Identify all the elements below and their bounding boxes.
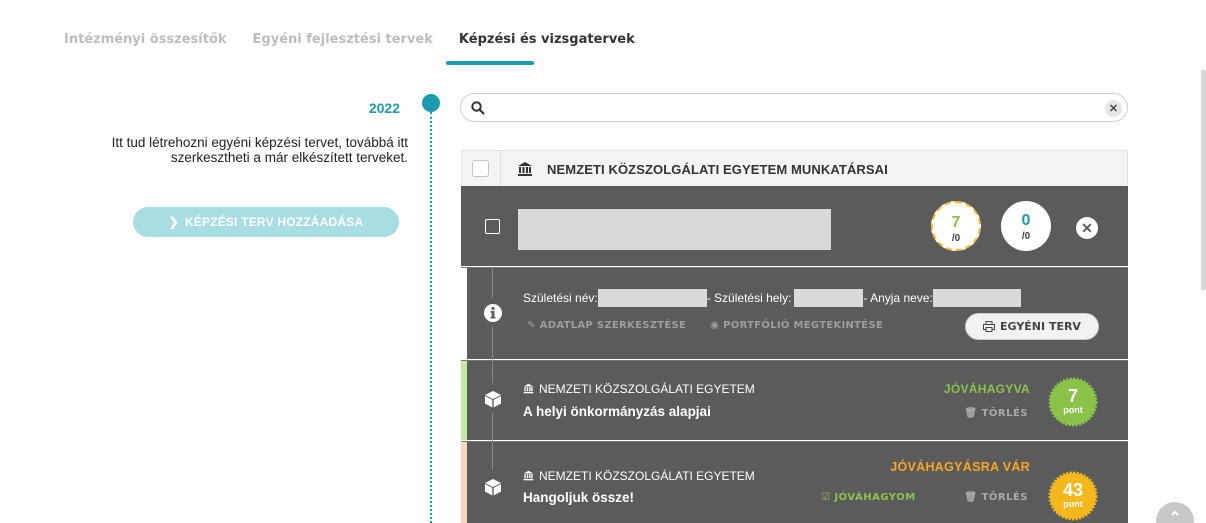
person-checkbox[interactable]	[485, 219, 500, 234]
edit-icon: ✎	[527, 320, 536, 331]
individual-plan-button[interactable]: EGYÉNI TERV	[965, 313, 1099, 340]
card-status-bar	[461, 361, 467, 440]
tab-individual-development-plans[interactable]: Egyéni fejlesztési tervek	[253, 32, 433, 47]
card-status-bar	[461, 442, 467, 523]
print-icon	[983, 321, 996, 332]
search-icon	[471, 101, 485, 115]
points-unit: pont	[1063, 499, 1083, 509]
approved-points-value: 7	[951, 214, 961, 231]
other-points-denominator: /0	[1021, 231, 1031, 242]
approve-label: JÓVÁHAGYOM	[834, 492, 916, 503]
edit-datasheet-link[interactable]: ✎ ADATLAP SZERKESZTÉSE	[527, 320, 686, 331]
org-group-header: NEMZETI KÖZSZOLGÁLATI EGYETEM MUNKATÁRSA…	[461, 150, 1128, 187]
delete-label: TÖRLÉS	[981, 492, 1028, 503]
course-status: JÓVÁHAGYVA	[943, 382, 1030, 396]
points-badge-text: 7 pont	[1048, 377, 1098, 427]
approved-points-denominator: /0	[951, 233, 961, 244]
other-points-value: 0	[1021, 212, 1031, 229]
course-card: NEMZETI KÖZSZOLGÁLATI EGYETEM A helyi ön…	[461, 360, 1128, 441]
add-training-plan-button[interactable]: ❯ KÉPZÉSI TERV HOZZÁADÁSA	[133, 207, 399, 237]
person-info-card: Születési név: - Születési hely: - Anyja…	[461, 267, 1128, 360]
institution-icon	[518, 162, 532, 176]
timeline-connector	[492, 268, 493, 298]
redacted-mother-name	[932, 289, 1021, 307]
redacted-birth-place	[794, 289, 864, 307]
search-input[interactable]	[497, 98, 1077, 118]
delete-course-link[interactable]: 🗑︎ TÖRLÉS	[964, 408, 1028, 419]
clear-search-icon[interactable]: ✕	[1105, 100, 1122, 117]
view-portfolio-link[interactable]: ◉ PORTFÓLIÓ MEGTEKINTÉSE	[710, 320, 883, 331]
points-value: 7	[1067, 386, 1078, 406]
mother-name-label: - Anyja neve:	[863, 291, 933, 305]
chevron-right-icon: ❯	[168, 215, 179, 229]
points-value: 43	[1062, 480, 1084, 500]
eye-icon: ◉	[710, 320, 720, 331]
institution-icon	[523, 383, 534, 394]
timeline-connector	[492, 361, 493, 383]
tab-training-and-exam-plans[interactable]: Képzési és vizsgatervek	[459, 32, 635, 47]
course-org-name: NEMZETI KÖZSZOLGÁLATI EGYETEM	[539, 469, 755, 483]
course-org: NEMZETI KÖZSZOLGÁLATI EGYETEM	[523, 382, 755, 396]
person-row: 7 /0 0 /0 ✕	[461, 186, 1128, 266]
approve-course-button[interactable]: ☑ JÓVÁHAGYOM	[821, 492, 916, 503]
page-scrollbar[interactable]	[1201, 70, 1206, 290]
course-org-name: NEMZETI KÖZSZOLGÁLATI EGYETEM	[539, 382, 755, 396]
edit-datasheet-label: ADATLAP SZERKESZTÉSE	[539, 320, 687, 331]
add-training-plan-label: KÉPZÉSI TERV HOZZÁADÁSA	[184, 215, 364, 229]
delete-course-link[interactable]: 🗑︎ TÖRLÉS	[964, 492, 1028, 503]
birth-place-label: - Születési hely:	[706, 291, 792, 305]
info-icon	[484, 304, 502, 322]
year-label: 2022	[368, 100, 400, 116]
delete-label: TÖRLÉS	[981, 408, 1028, 419]
scroll-to-top-button[interactable]: ⌃	[1156, 502, 1194, 523]
course-card: NEMZETI KÖZSZOLGÁLATI EGYETEM Hangoljuk …	[461, 441, 1128, 523]
course-org: NEMZETI KÖZSZOLGÁLATI EGYETEM	[523, 469, 755, 483]
personal-data-line: Születési név: - Születési hely: - Anyja…	[523, 289, 1021, 307]
close-icon[interactable]: ✕	[1076, 217, 1098, 239]
active-tab-indicator	[446, 61, 534, 65]
institution-icon	[523, 470, 534, 481]
tab-bar: Intézményi összesítők Egyéni fejlesztési…	[64, 32, 661, 47]
cube-icon	[485, 479, 501, 496]
individual-plan-label: EGYÉNI TERV	[1000, 320, 1081, 333]
tab-institutional-summaries[interactable]: Intézményi összesítők	[64, 32, 227, 47]
timeline-connector	[492, 442, 493, 470]
timeline-connector	[492, 413, 493, 441]
org-group-checkbox[interactable]	[472, 160, 489, 177]
org-group-name: NEMZETI KÖZSZOLGÁLATI EGYETEM MUNKATÁRSA…	[547, 162, 888, 177]
course-title: A helyi önkormányzás alapjai	[523, 404, 711, 419]
timeline-connector	[492, 326, 493, 360]
card-status-bar	[461, 268, 467, 359]
timeline-dot	[422, 94, 440, 112]
intro-text: Itt tud létrehozni egyéni képzési tervet…	[111, 135, 408, 165]
timeline-line	[430, 112, 432, 523]
points-unit: pont	[1063, 405, 1083, 415]
redacted-person-name	[518, 209, 831, 250]
approved-points-badge: 7 /0	[931, 201, 981, 251]
chevron-up-icon: ⌃	[1168, 510, 1182, 523]
redacted-birth-name	[597, 289, 707, 307]
search-bar: ✕	[460, 93, 1128, 122]
info-actions: ✎ ADATLAP SZERKESZTÉSE ◉ PORTFÓLIÓ MEGTEKI…	[527, 320, 883, 331]
course-title: Hangoljuk össze!	[523, 490, 635, 505]
birth-name-label: Születési név:	[523, 291, 598, 305]
cube-icon	[485, 391, 501, 408]
header-divider	[500, 151, 501, 187]
other-points-badge: 0 /0	[1001, 201, 1051, 251]
points-badge-text: 43 pont	[1048, 471, 1098, 521]
view-portfolio-label: PORTFÓLIÓ MEGTEKINTÉSE	[723, 320, 884, 331]
course-status: JÓVÁHAGYÁSRA VÁR	[890, 460, 1030, 474]
